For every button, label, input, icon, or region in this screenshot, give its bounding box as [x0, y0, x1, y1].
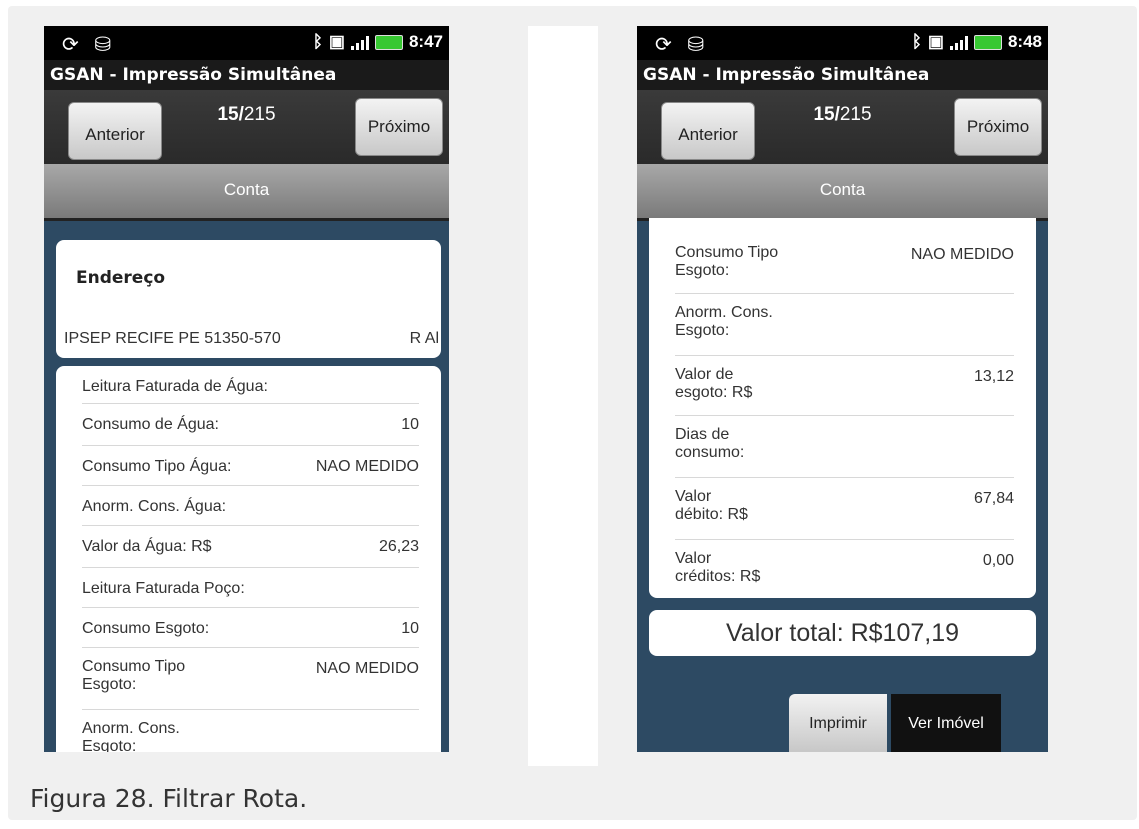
detail-label: Leitura Faturada de Água: — [82, 378, 268, 395]
account-details-card: Leitura Faturada de Água: Consumo de Água… — [56, 366, 441, 752]
detail-row: Anorm. Cons. Esgoto: — [675, 294, 1014, 356]
sync-icon: ⟳ — [62, 34, 79, 56]
address-heading: Endereço — [76, 268, 166, 288]
detail-value: NAO MEDIDO — [910, 246, 1014, 263]
usb-icon: ⛁ — [94, 34, 112, 56]
detail-label: Valor débito: R$ — [675, 488, 748, 523]
detail-row: Valor da Água: R$ 26,23 — [82, 526, 419, 568]
counter-current: 15/ — [217, 104, 244, 125]
sync-icon: ⟳ — [655, 34, 672, 56]
status-time: 8:47 — [408, 32, 443, 51]
figure-gap — [528, 26, 598, 766]
detail-label: Anorm. Cons. Esgoto: — [675, 304, 773, 339]
detail-row: Consumo Tipo Esgoto: NAO MEDIDO — [675, 234, 1014, 294]
detail-label: Valor créditos: R$ — [675, 550, 761, 585]
status-bar: ⟳ ⛁ ᛒ ▣ 8:47 — [44, 26, 449, 60]
detail-row: Anorm. Cons. Esgoto: — [82, 710, 419, 752]
counter-total: 215 — [243, 104, 276, 125]
detail-row: Leitura Faturada de Água: — [82, 366, 419, 404]
phone-screen-2: ⟳ ⛁ ᛒ ▣ 8:48 GSAN - Impressão Simultânea… — [637, 26, 1048, 752]
address-card: Endereço IPSEP RECIFE PE 51350-570 R Al — [56, 240, 441, 358]
view-property-button[interactable]: Ver Imóvel — [891, 694, 1001, 752]
detail-row: Leitura Faturada Poço: — [82, 568, 419, 608]
bluetooth-icon: ᛒ — [312, 32, 323, 51]
status-time: 8:48 — [1007, 32, 1042, 51]
usb-icon: ⛁ — [687, 34, 705, 56]
nav-bar: Anterior 15/215 Próximo — [637, 90, 1048, 164]
app-title: GSAN - Impressão Simultânea — [44, 60, 449, 90]
detail-label: Consumo Tipo Água: — [82, 458, 232, 475]
detail-value: 10 — [401, 416, 419, 433]
detail-row: Consumo de Água: 10 — [82, 404, 419, 446]
tab-conta[interactable]: Conta — [637, 164, 1048, 221]
detail-row: Dias de consumo: — [675, 416, 1014, 478]
counter-current: 15/ — [813, 104, 840, 125]
signal-icon — [350, 34, 369, 50]
nav-bar: Anterior 15/215 Próximo — [44, 90, 449, 164]
total-value: Valor total: R$107,19 — [649, 610, 1036, 656]
detail-value: 67,84 — [973, 490, 1014, 507]
detail-value: 0,00 — [982, 552, 1014, 569]
app-title: GSAN - Impressão Simultânea — [637, 60, 1048, 90]
figure-caption: Figura 28. Filtrar Rota. — [30, 784, 308, 813]
detail-row: Consumo Tipo Esgoto: NAO MEDIDO — [82, 648, 419, 710]
signal-icon — [949, 34, 968, 50]
next-button[interactable]: Próximo — [355, 98, 443, 156]
detail-value: NAO MEDIDO — [315, 660, 419, 677]
detail-label: Valor da Água: R$ — [82, 538, 212, 555]
detail-value: 10 — [401, 620, 419, 637]
address-extra: R Al — [409, 330, 439, 347]
battery-icon — [973, 34, 1002, 50]
detail-value: 26,23 — [378, 538, 419, 555]
sd-card-icon: ▣ — [927, 32, 944, 51]
detail-label: Dias de consumo: — [675, 426, 745, 461]
detail-row: Anorm. Cons. Água: — [82, 486, 419, 526]
sd-card-icon: ▣ — [328, 32, 345, 51]
next-button[interactable]: Próximo — [954, 98, 1042, 156]
detail-value: NAO MEDIDO — [315, 458, 419, 475]
print-button[interactable]: Imprimir — [789, 694, 887, 752]
account-details-card: Consumo Tipo Esgoto: NAO MEDIDO Anorm. Con… — [649, 218, 1036, 598]
detail-label: Anorm. Cons. Água: — [82, 498, 227, 515]
detail-label: Consumo Tipo Esgoto: — [675, 244, 779, 279]
counter-total: 215 — [839, 104, 872, 125]
address-line: IPSEP RECIFE PE 51350-570 — [64, 330, 281, 347]
tab-conta[interactable]: Conta — [44, 164, 449, 221]
detail-row: Valor débito: R$ 67,84 — [675, 478, 1014, 540]
detail-label: Consumo de Água: — [82, 416, 219, 433]
status-bar: ⟳ ⛁ ᛒ ▣ 8:48 — [637, 26, 1048, 60]
detail-label: Consumo Esgoto: — [82, 620, 210, 637]
battery-icon — [374, 34, 403, 50]
detail-label: Consumo Tipo Esgoto: — [82, 658, 186, 693]
detail-row: Valor créditos: R$ 0,00 — [675, 540, 1014, 598]
detail-value: 13,12 — [973, 368, 1014, 385]
detail-label: Anorm. Cons. Esgoto: — [82, 720, 180, 752]
detail-row: Consumo Tipo Água: NAO MEDIDO — [82, 446, 419, 486]
detail-row: Valor de esgoto: R$ 13,12 — [675, 356, 1014, 416]
phone-screen-1: ⟳ ⛁ ᛒ ▣ 8:47 GSAN - Impressão Simultânea… — [44, 26, 449, 752]
detail-row: Consumo Esgoto: 10 — [82, 608, 419, 648]
detail-label: Valor de esgoto: R$ — [675, 366, 753, 401]
bluetooth-icon: ᛒ — [911, 32, 922, 51]
detail-label: Leitura Faturada Poço: — [82, 580, 245, 597]
